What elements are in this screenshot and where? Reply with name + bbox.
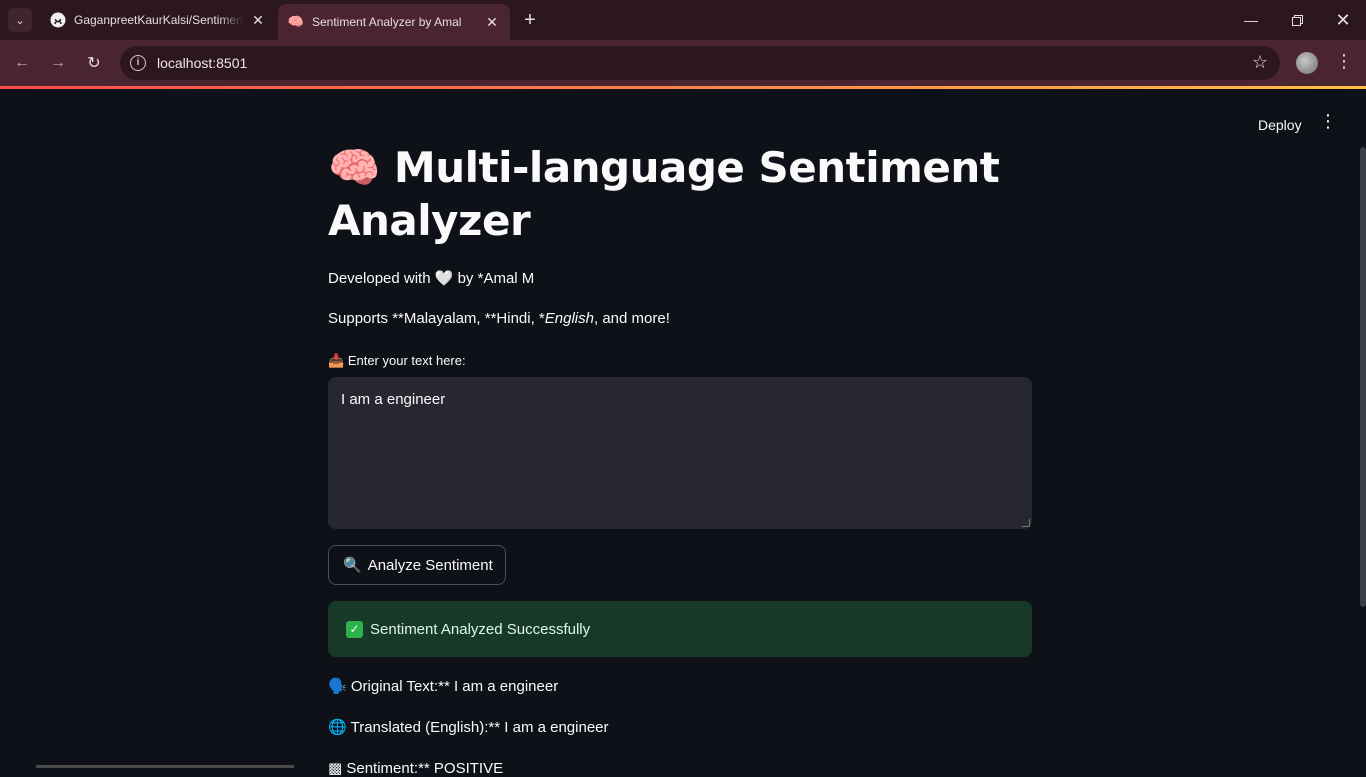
deploy-button[interactable]: Deploy: [1248, 113, 1312, 137]
developer-credit: Developed with 🤍 by *Amal M: [328, 270, 535, 287]
check-mark-icon: ✓: [346, 620, 363, 638]
streamlit-app: Deploy ⋮ 🧠 Multi-language Sentiment Anal…: [0, 89, 1366, 777]
success-message: Sentiment Analyzed Successfully: [370, 620, 591, 638]
address-bar[interactable]: i localhost:8501 ☆: [120, 46, 1280, 80]
page-title: 🧠 Multi-language Sentiment Analyzer: [328, 141, 1032, 247]
minimize-icon[interactable]: —: [1228, 0, 1274, 40]
magnifier-icon: 🔍: [343, 557, 362, 574]
text-input-value[interactable]: I am a engineer: [341, 391, 445, 408]
resize-handle-icon[interactable]: [1022, 519, 1030, 527]
new-tab-plus-icon[interactable]: +: [520, 10, 540, 30]
close-window-icon[interactable]: ✕: [1320, 0, 1366, 40]
result-original-text: 🗣️ Original Text:** I am a engineer: [328, 678, 559, 695]
tab-search-chevron-icon[interactable]: ⌄: [8, 8, 32, 32]
browser-menu-icon[interactable]: ⋮: [1334, 51, 1354, 72]
text-input-area[interactable]: I am a engineer: [328, 377, 1032, 529]
analyze-sentiment-button[interactable]: 🔍 Analyze Sentiment: [328, 545, 506, 585]
app-menu-icon[interactable]: ⋮: [1318, 111, 1338, 135]
speaking-head-icon: 🗣️: [328, 678, 347, 695]
result-translated-text: 🌐 Translated (English):** I am a enginee…: [328, 719, 609, 736]
page-scrollbar[interactable]: [1360, 147, 1366, 607]
bookmark-star-icon[interactable]: ☆: [1252, 52, 1268, 73]
restore-icon[interactable]: [1274, 0, 1320, 40]
result-sentiment: ▩ Sentiment:** POSITIVE: [328, 760, 504, 777]
supported-languages: Supports **Malayalam, **Hindi, *English,…: [328, 310, 670, 327]
site-info-icon[interactable]: i: [130, 55, 146, 71]
tab-github[interactable]: GaganpreetKaurKalsi/Sentiment-Analysis ✕: [40, 0, 276, 40]
browser-tab-strip: ⌄ GaganpreetKaurKalsi/Sentiment-Analysis…: [0, 0, 1366, 40]
text-input-label: 📥 Enter your text here:: [328, 353, 466, 368]
success-alert: ✓ Sentiment Analyzed Successfully: [328, 601, 1032, 657]
back-arrow-icon[interactable]: ←: [10, 51, 34, 75]
reload-icon[interactable]: ↻: [82, 51, 106, 75]
brain-icon: 🧠: [287, 14, 305, 29]
tab-sentiment-analyzer[interactable]: 🧠 Sentiment Analyzer by Amal ✕: [278, 4, 510, 40]
tab-title: Sentiment Analyzer by Amal: [312, 15, 462, 29]
address-url[interactable]: localhost:8501: [157, 55, 247, 71]
browser-toolbar: ← → ↻ i localhost:8501 ☆: [0, 40, 1366, 86]
inbox-tray-icon: 📥: [328, 353, 345, 368]
tab-title: GaganpreetKaurKalsi/Sentiment-Analysis: [74, 13, 244, 27]
tab-close-icon[interactable]: ✕: [484, 14, 500, 30]
forward-arrow-icon[interactable]: →: [46, 51, 70, 75]
page-title-text: Multi-language Sentiment Analyzer: [328, 143, 1000, 245]
github-icon: [50, 12, 66, 28]
heart-icon: 🤍: [434, 270, 454, 287]
chart-icon: ▩: [328, 760, 343, 777]
profile-avatar[interactable]: [1296, 52, 1318, 74]
brain-icon: 🧠: [328, 143, 380, 192]
globe-icon: 🌐: [328, 719, 347, 736]
tab-close-icon[interactable]: ✕: [250, 12, 266, 28]
